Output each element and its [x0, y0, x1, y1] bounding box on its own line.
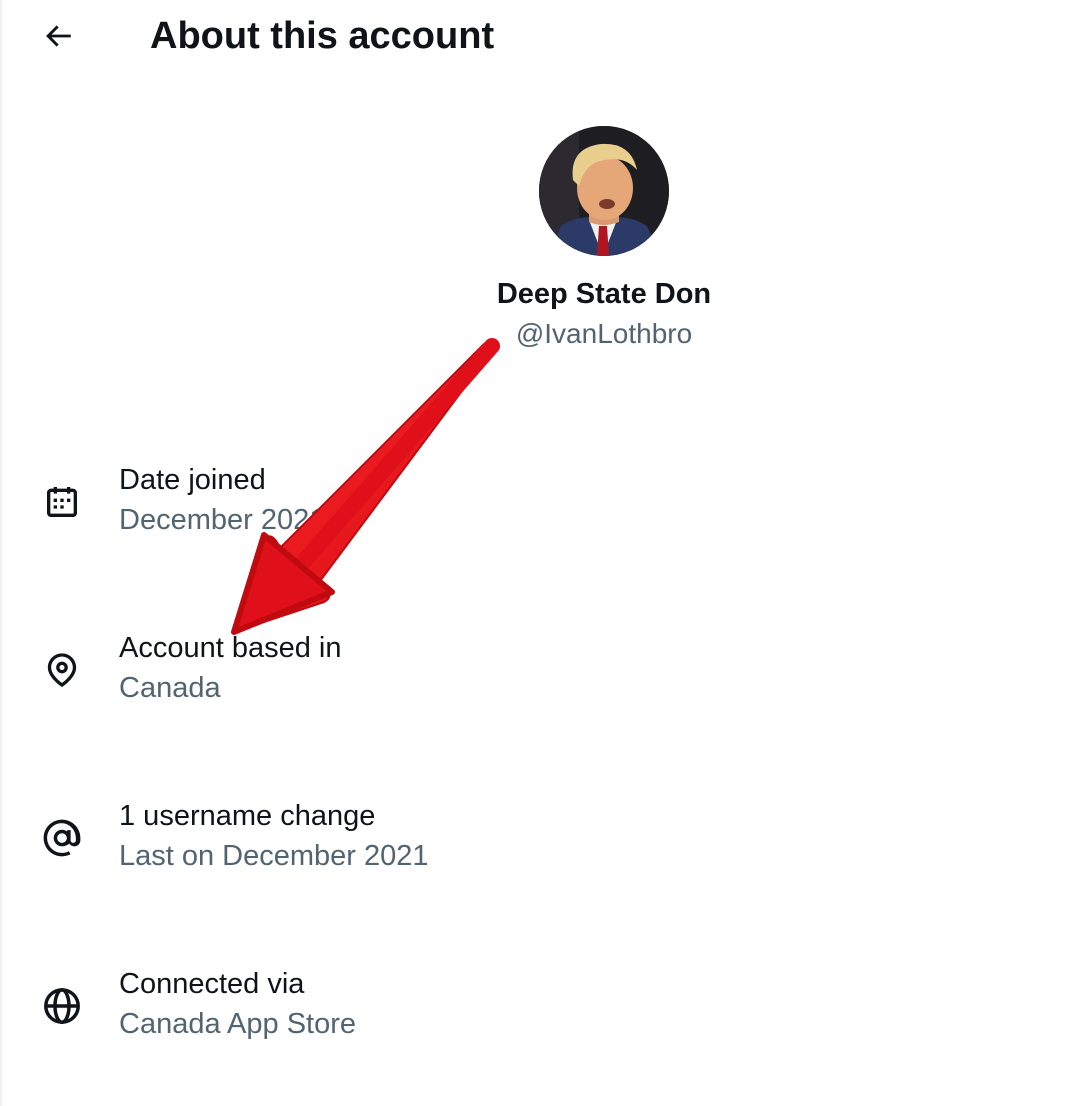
display-name: Deep State Don [496, 278, 712, 310]
avatar[interactable] [539, 126, 669, 256]
username-handle: @IvanLothbro [515, 318, 693, 349]
arrow-left-icon [46, 25, 71, 47]
username-change-text: 1 username change Last on December 2021 [119, 796, 429, 876]
location-pin-icon [38, 646, 86, 694]
page-title: About this account [150, 15, 495, 57]
profile-summary: Deep State Don @IvanLothbro [402, 126, 806, 352]
date-joined-text: Date joined December 2021 [119, 460, 325, 540]
username-change-row: 1 username change Last on December 2021 [2, 796, 1072, 896]
info-label: 1 username change [119, 800, 376, 832]
info-label: Connected via [119, 968, 305, 1000]
info-value: December 2021 [119, 504, 326, 536]
info-value: Canada App Store [119, 1008, 357, 1040]
header: About this account [2, 0, 1072, 80]
info-label: Date joined [119, 464, 266, 496]
calendar-icon [38, 478, 86, 526]
account-based-in-row: Account based in Canada [2, 628, 1072, 728]
avatar-image [539, 126, 669, 256]
at-sign-icon [38, 814, 86, 862]
date-joined-row: Date joined December 2021 [2, 460, 1072, 560]
globe-icon [38, 982, 86, 1030]
info-value: Canada [119, 672, 221, 704]
connected-via-text: Connected via Canada App Store [119, 964, 356, 1044]
back-button[interactable] [34, 16, 82, 56]
info-label: Account based in [119, 632, 342, 664]
about-account-page: About this account Deep State Don @IvanL… [0, 0, 1072, 1106]
connected-via-row: Connected via Canada App Store [2, 964, 1072, 1064]
info-value: Last on December 2021 [119, 840, 429, 872]
account-based-in-text: Account based in Canada [119, 628, 341, 708]
